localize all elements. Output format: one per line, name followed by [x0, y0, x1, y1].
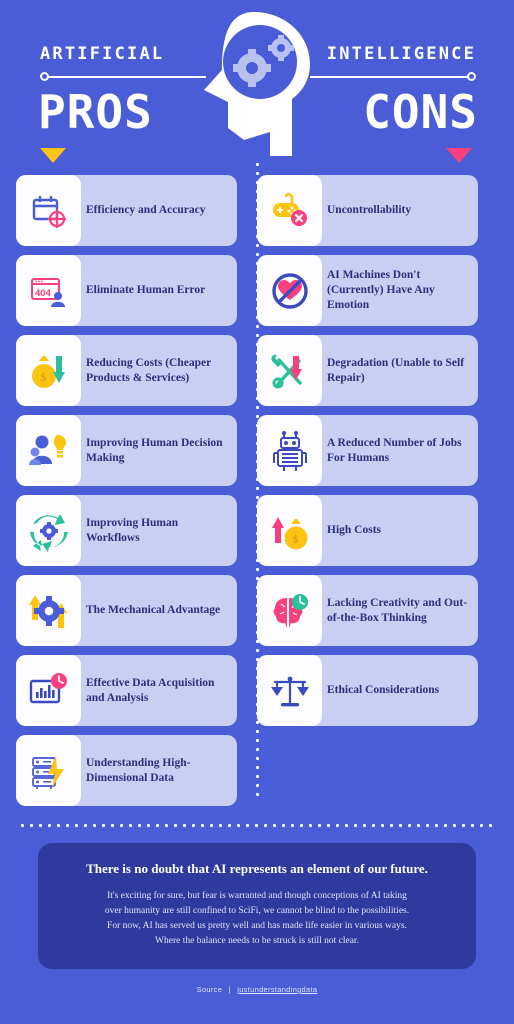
summary-body: It's exciting for sure, but fear is warr…	[60, 889, 454, 949]
money-bag-up-arrow-icon: $	[257, 495, 322, 566]
source-link[interactable]: justunderstandingdata	[237, 985, 317, 994]
list-item-label: Understanding High-Dimensional Data	[86, 756, 191, 784]
list-item[interactable]: Efficiency and Accuracy	[16, 175, 237, 246]
title-pros: PROS	[38, 85, 153, 139]
source-label: Source	[196, 985, 223, 994]
comparison-columns: Efficiency and Accuracy 404 Eliminate Hu…	[0, 160, 514, 806]
source-separator: |	[228, 985, 231, 994]
list-item[interactable]: A Reduced Number of Jobs For Humans	[257, 415, 478, 486]
scales-balance-icon	[257, 655, 322, 726]
pros-column: Efficiency and Accuracy 404 Eliminate Hu…	[16, 175, 247, 806]
list-item[interactable]: 404 Eliminate Human Error	[16, 255, 237, 326]
calendar-target-icon	[16, 175, 81, 246]
list-item[interactable]: Understanding High-Dimensional Data	[16, 735, 237, 806]
list-item[interactable]: $ Reducing Costs (Cheaper Products & Ser…	[16, 335, 237, 406]
title-cons: CONS	[363, 85, 478, 139]
list-item-label: High Costs	[327, 524, 381, 536]
bar-chart-clock-icon	[16, 655, 81, 726]
summary-body-line: Where the balance needs to be struck is …	[155, 936, 359, 946]
list-item[interactable]: $ High Costs	[257, 495, 478, 566]
horizontal-dotted-divider	[18, 824, 496, 827]
summary-panel: There is no doubt that AI represents an …	[38, 843, 476, 969]
list-item-label: AI Machines Don't (Currently) Have Any E…	[327, 269, 435, 311]
header-rule-dot-right	[467, 72, 476, 81]
summary-body-line: over humanity are still confined to SciF…	[104, 906, 410, 916]
list-item[interactable]: Improving Human Workflows	[16, 495, 237, 566]
list-item[interactable]: The Mechanical Advantage	[16, 575, 237, 646]
server-lightning-icon	[16, 735, 81, 806]
list-item-label: Efficiency and Accuracy	[86, 204, 206, 216]
list-item-label: Effective Data Acquisition and Analysis	[86, 676, 215, 704]
list-item-label: Ethical Considerations	[327, 684, 440, 696]
list-item-label: Eliminate Human Error	[86, 284, 206, 296]
cons-column: Uncontrollability AI Machines Don't (Cur…	[247, 175, 478, 806]
list-item[interactable]: Lacking Creativity and Out-of-the-Box Th…	[257, 575, 478, 646]
robot-icon	[257, 415, 322, 486]
svg-text:$: $	[292, 532, 298, 546]
kicker-intelligence: INTELLIGENCE	[326, 44, 476, 64]
summary-title: There is no doubt that AI represents an …	[86, 861, 428, 876]
list-item-label: Lacking Creativity and Out-of-the-Box Th…	[327, 596, 468, 624]
list-item-label: Uncontrollability	[327, 204, 412, 216]
pros-triangle-marker-icon	[40, 148, 66, 163]
header-rule-right	[310, 76, 470, 78]
browser-404-person-icon: 404	[16, 255, 81, 326]
list-item-label: Degradation (Unable to Self Repair)	[327, 356, 465, 384]
list-item-label: Improving Human Workflows	[86, 516, 179, 544]
head-profile-gears-icon	[192, 6, 322, 166]
list-item[interactable]: Ethical Considerations	[257, 655, 478, 726]
list-item[interactable]: Uncontrollability	[257, 175, 478, 246]
list-item-label: Reducing Costs (Cheaper Products & Servi…	[86, 356, 212, 384]
gear-up-arrows-icon	[16, 575, 81, 646]
infographic-page: ARTIFICIAL INTELLIGENCE PROS CONS Effici…	[0, 0, 514, 1024]
list-item-label: A Reduced Number of Jobs For Humans	[327, 436, 462, 464]
list-item[interactable]: Effective Data Acquisition and Analysis	[16, 655, 237, 726]
people-lightbulb-icon	[16, 415, 81, 486]
svg-text:404: 404	[35, 288, 52, 299]
header: ARTIFICIAL INTELLIGENCE PROS CONS	[0, 0, 514, 175]
brain-clock-icon	[257, 575, 322, 646]
list-item-label: The Mechanical Advantage	[86, 604, 221, 616]
gamepad-error-icon	[257, 175, 322, 246]
list-item-label: Improving Human Decision Making	[86, 436, 223, 464]
wrench-screwdriver-down-arrow-icon	[257, 335, 322, 406]
list-item[interactable]: Improving Human Decision Making	[16, 415, 237, 486]
summary-body-line: It's exciting for sure, but fear is warr…	[107, 891, 407, 901]
no-heart-icon	[257, 255, 322, 326]
list-item[interactable]: AI Machines Don't (Currently) Have Any E…	[257, 255, 478, 326]
list-item[interactable]: Degradation (Unable to Self Repair)	[257, 335, 478, 406]
header-rule-left	[46, 76, 206, 78]
source-line: Source | justunderstandingdata	[0, 985, 514, 994]
kicker-artificial: ARTIFICIAL	[40, 44, 165, 64]
summary-body-line: For now, AI has served us pretty well an…	[107, 921, 407, 931]
recycle-gear-icon	[16, 495, 81, 566]
svg-text:$: $	[40, 370, 46, 384]
cons-triangle-marker-icon	[446, 148, 472, 163]
money-bag-down-arrow-icon: $	[16, 335, 81, 406]
header-rule-dot-left	[40, 72, 49, 81]
